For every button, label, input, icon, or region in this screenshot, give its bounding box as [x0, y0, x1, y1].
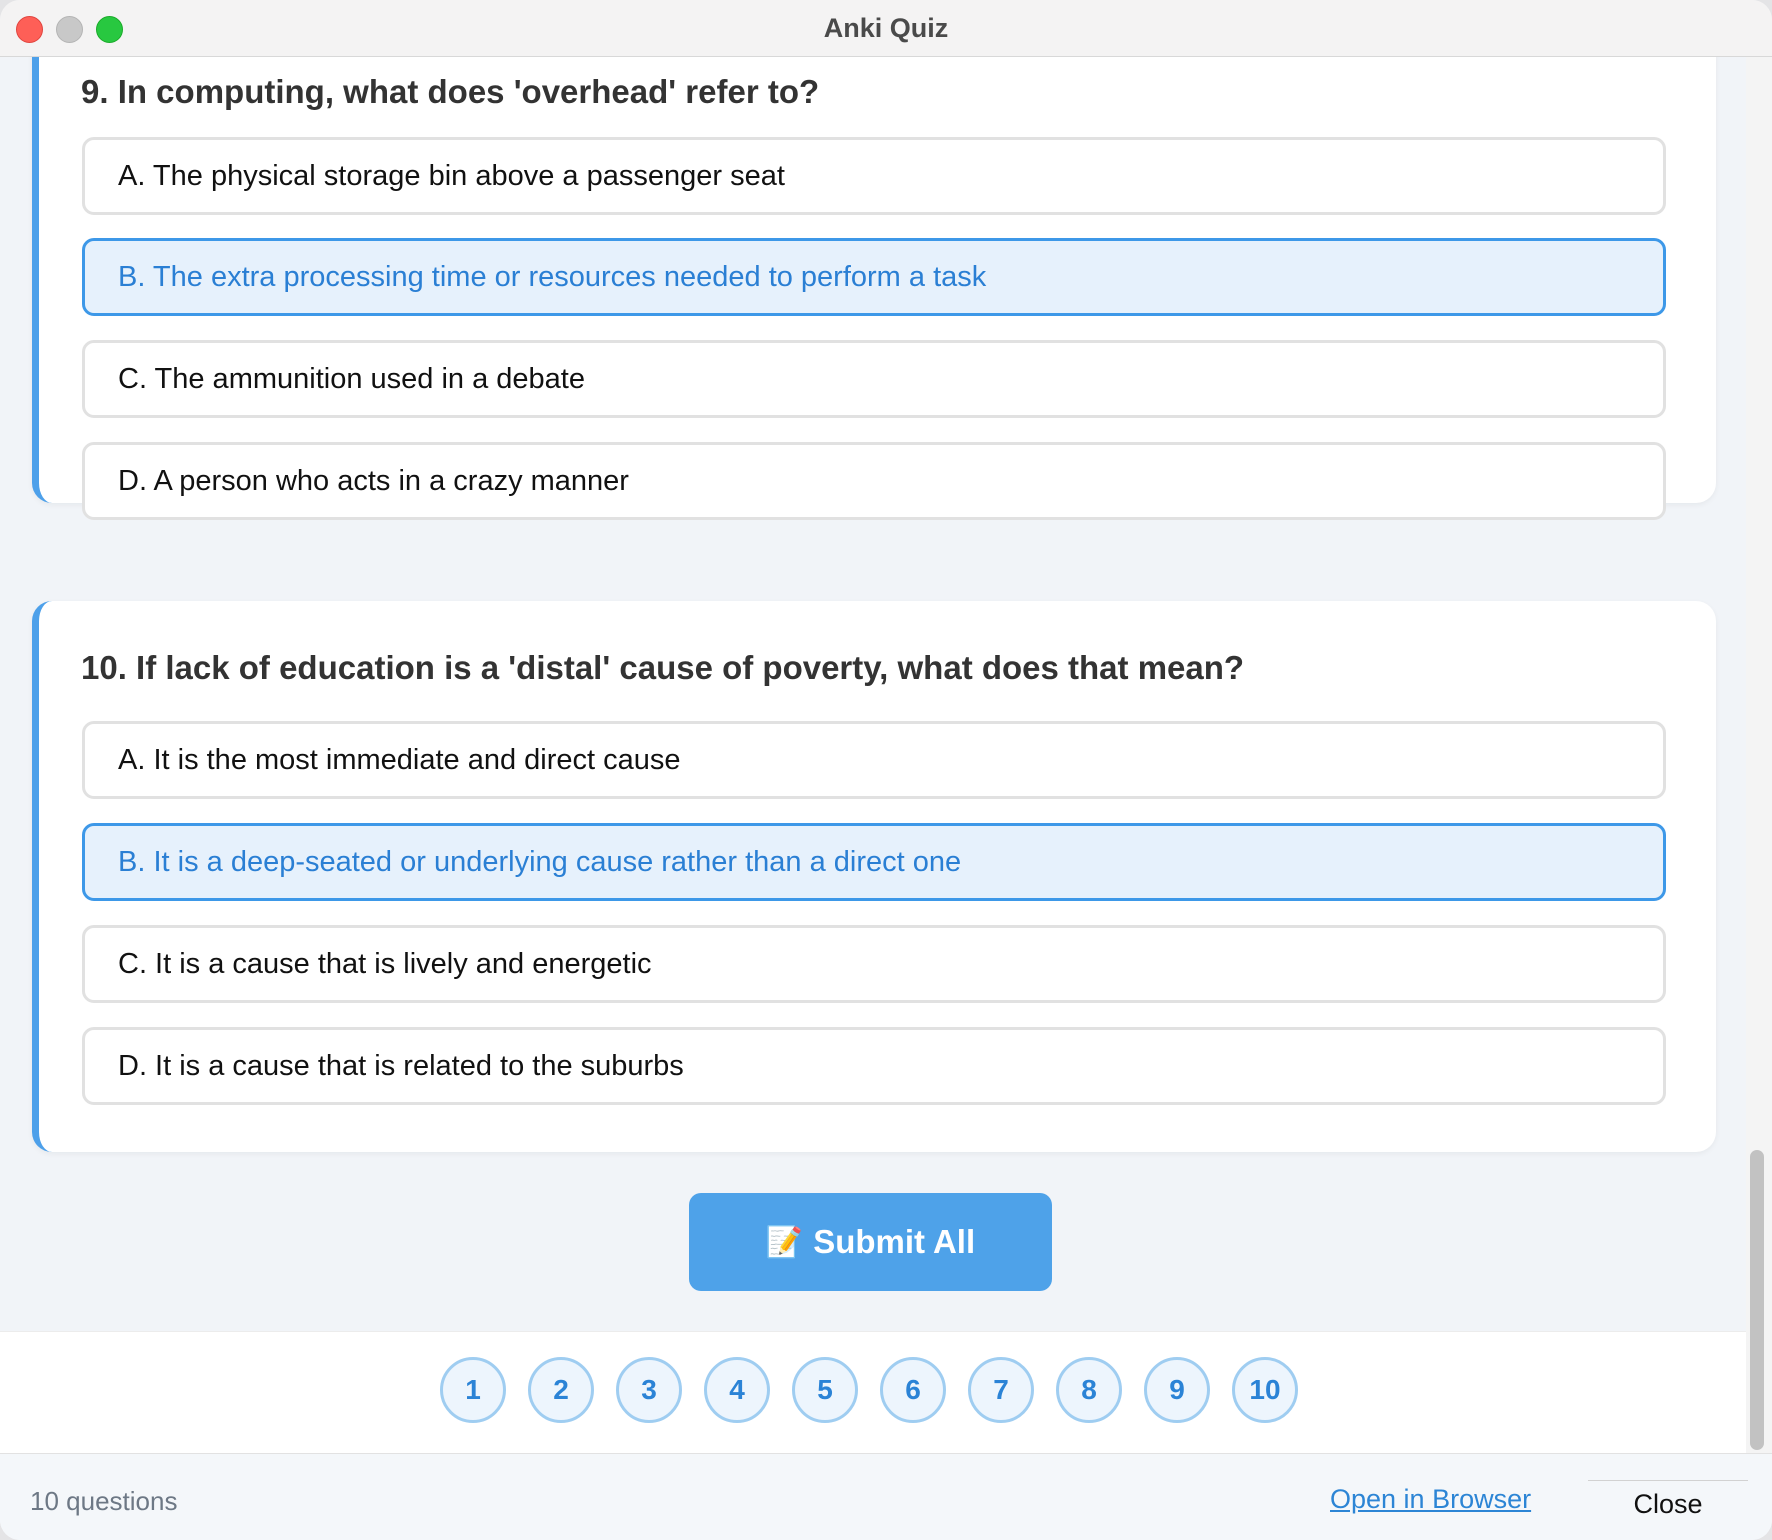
memo-pencil-icon: 📝 [765, 1225, 804, 1259]
page-button-1[interactable]: 1 [440, 1357, 506, 1423]
page-button-2[interactable]: 2 [528, 1357, 594, 1423]
window-title: Anki Quiz [823, 13, 949, 43]
open-in-browser-link[interactable]: Open in Browser [1330, 1484, 1531, 1515]
question-count: 10 questions [30, 1486, 178, 1516]
option-a[interactable]: A. The physical storage bin above a pass… [82, 137, 1666, 215]
question-pager: 1 2 3 4 5 6 7 8 9 10 [0, 1331, 1746, 1454]
option-a[interactable]: A. It is the most immediate and direct c… [82, 721, 1666, 799]
option-c[interactable]: C. It is a cause that is lively and ener… [82, 925, 1666, 1003]
submit-all-button[interactable]: 📝 Submit All [689, 1193, 1052, 1291]
option-d[interactable]: D. It is a cause that is related to the … [82, 1027, 1666, 1105]
page-button-6[interactable]: 6 [880, 1357, 946, 1423]
option-c[interactable]: C. The ammunition used in a debate [82, 340, 1666, 418]
quiz-window: Anki Quiz 9. In computing, what does 'ov… [0, 0, 1772, 1540]
title-bar: Anki Quiz [0, 0, 1772, 57]
page-button-4[interactable]: 4 [704, 1357, 770, 1423]
question-card-9: 9. In computing, what does 'overhead' re… [32, 57, 1716, 520]
scrollbar-thumb[interactable] [1750, 1150, 1764, 1450]
close-button[interactable]: Close [1588, 1480, 1748, 1525]
question-title: 10. If lack of education is a 'distal' c… [81, 649, 1245, 686]
page-button-7[interactable]: 7 [968, 1357, 1034, 1423]
page-button-8[interactable]: 8 [1056, 1357, 1122, 1423]
question-card-10: 10. If lack of education is a 'distal' c… [32, 601, 1716, 1152]
page-button-10[interactable]: 10 [1232, 1357, 1298, 1423]
page-button-3[interactable]: 3 [616, 1357, 682, 1423]
question-title: 9. In computing, what does 'overhead' re… [81, 73, 820, 110]
page-button-9[interactable]: 9 [1144, 1357, 1210, 1423]
submit-all-label: Submit All [813, 1223, 976, 1260]
option-b[interactable]: B. It is a deep-seated or underlying cau… [82, 823, 1666, 901]
page-button-5[interactable]: 5 [792, 1357, 858, 1423]
quiz-content[interactable]: 9. In computing, what does 'overhead' re… [0, 57, 1746, 1332]
option-b[interactable]: B. The extra processing time or resource… [82, 238, 1666, 316]
footer-bar: 10 questions Open in Browser Close [0, 1453, 1772, 1540]
option-d[interactable]: D. A person who acts in a crazy manner [82, 442, 1666, 520]
